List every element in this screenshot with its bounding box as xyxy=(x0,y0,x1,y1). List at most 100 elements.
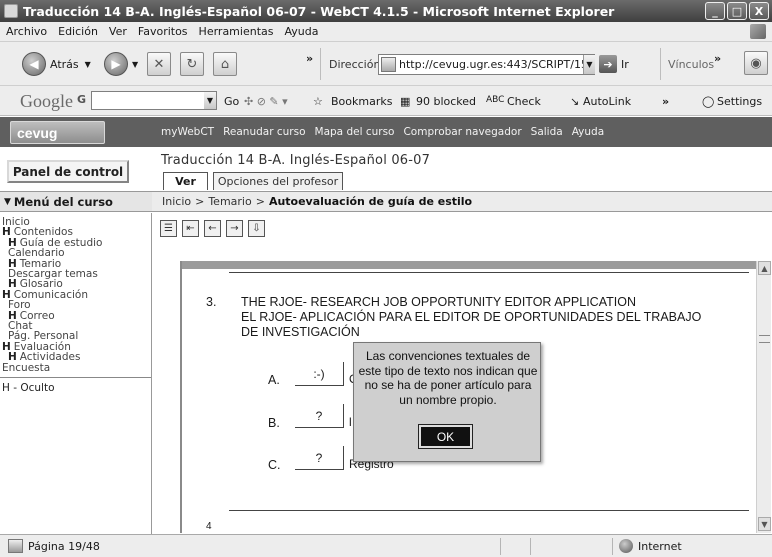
menu-ayuda[interactable]: Ayuda xyxy=(284,25,318,38)
links-label[interactable]: Vínculos xyxy=(668,58,714,71)
refresh-icon: ↻ xyxy=(180,52,204,76)
stop-icon: ✕ xyxy=(147,52,171,76)
go-arrow-icon: ➔ xyxy=(599,55,617,73)
google-autolink[interactable]: AutoLink xyxy=(583,95,631,108)
next-question-number: 4 xyxy=(206,521,212,532)
google-search-input[interactable]: ▼ xyxy=(91,91,217,110)
toolbar-more-chevron-icon[interactable]: » xyxy=(306,52,313,65)
links-chevron-icon[interactable]: » xyxy=(714,52,721,65)
google-settings[interactable]: Settings xyxy=(717,95,762,108)
frame-scrollbar[interactable]: ▲ ▼ xyxy=(756,261,771,533)
scroll-up-icon[interactable]: ▲ xyxy=(758,261,771,275)
menu-favoritos[interactable]: Favoritos xyxy=(138,25,188,38)
window-controls: _ □ X xyxy=(705,2,769,20)
google-go-label[interactable]: Go xyxy=(224,95,239,108)
bookmark-star-icon: ☆ xyxy=(313,95,323,108)
stop-button[interactable]: ✕ xyxy=(147,50,171,78)
go-button[interactable]: ➔ Ir xyxy=(599,55,629,73)
back-button[interactable]: ◀ Atrás ▼ xyxy=(22,50,91,78)
forward-arrow-icon: ▶ xyxy=(104,52,128,76)
menu-edicion[interactable]: Edición xyxy=(58,25,98,38)
scroll-down-icon[interactable]: ▼ xyxy=(758,517,771,531)
spellcheck-icon: ABC xyxy=(486,95,505,105)
tab-view[interactable]: Ver xyxy=(163,172,208,190)
option-a-letter: A. xyxy=(268,373,280,387)
menu-ver[interactable]: Ver xyxy=(109,25,127,38)
toolbar-separator xyxy=(320,48,321,80)
security-zone: Internet xyxy=(638,540,682,553)
google-toolbar: Google G ▼ Go ✣ ⊘ ✎ ▾ ☆ Bookmarks ▦ 90 b… xyxy=(0,86,772,116)
google-search-dropdown-icon[interactable]: ▼ xyxy=(204,92,216,109)
option-b-answer-box[interactable]: ? xyxy=(295,404,344,428)
content-frame: 3. THE RJOE- RESEARCH JOB OPPORTUNITY ED… xyxy=(180,261,771,533)
ok-button[interactable]: OK xyxy=(418,424,473,449)
window-title: Traducción 14 B-A. Inglés-Español 06-07 … xyxy=(23,3,615,19)
download-icon[interactable]: ⇩ xyxy=(248,220,265,237)
google-check[interactable]: Check xyxy=(507,95,541,108)
back-dropdown-icon[interactable]: ▼ xyxy=(85,60,91,69)
first-page-icon[interactable]: ⇤ xyxy=(182,220,199,237)
forward-button[interactable]: ▶ ▼ xyxy=(104,50,138,78)
feedback-message: Las convenciones textuales de este tipo … xyxy=(358,349,538,408)
address-bar[interactable]: http://cevug.ugr.es:443/SCRIPT/150_1 xyxy=(378,54,595,75)
nav-salida[interactable]: Salida xyxy=(531,126,563,138)
hidden-legend: H - Oculto xyxy=(2,382,55,395)
refresh-button[interactable]: ↻ xyxy=(180,50,204,78)
home-button[interactable]: ⌂ xyxy=(213,50,237,78)
google-more-chevron-icon[interactable]: » xyxy=(662,95,669,108)
next-page-icon[interactable]: → xyxy=(226,220,243,237)
breadcrumb-separator: > xyxy=(255,195,265,208)
status-separator xyxy=(612,538,613,555)
course-menu-header[interactable]: ▼ Menú del curso xyxy=(0,191,152,212)
status-bar: Página 19/48 Internet xyxy=(0,534,772,557)
course-menu-label: Menú del curso xyxy=(13,194,113,209)
option-a-answer-box[interactable]: :-) xyxy=(295,362,344,386)
breadcrumb-home[interactable]: Inicio xyxy=(162,195,191,208)
sidebar-item-label: Encuesta xyxy=(2,361,51,374)
forward-dropdown-icon[interactable]: ▼ xyxy=(132,60,138,69)
google-bookmarks[interactable]: Bookmarks xyxy=(331,95,392,108)
page-icon xyxy=(381,57,396,72)
nav-reanudar[interactable]: Reanudar curso xyxy=(223,126,305,138)
question-line-2: EL RJOE- APLICACIÓN PARA EL EDITOR DE OP… xyxy=(241,310,702,324)
breadcrumb-separator: > xyxy=(195,195,205,208)
nav-comprobar[interactable]: Comprobar navegador xyxy=(403,126,521,138)
menu-archivo[interactable]: Archivo xyxy=(6,25,47,38)
question-line-3: DE INVESTIGACIÓN xyxy=(241,325,360,339)
scroll-thumb[interactable] xyxy=(759,335,770,343)
menu-herramientas[interactable]: Herramientas xyxy=(199,25,274,38)
collapse-triangle-icon: ▼ xyxy=(4,196,11,207)
course-sidebar: Inicio H Contenidos H Guía de estudio Cale… xyxy=(0,213,152,534)
breadcrumb: Inicio > Temario > Autoevaluación de guí… xyxy=(152,191,772,212)
address-dropdown-icon[interactable]: ▼ xyxy=(583,55,595,74)
nav-mywebct[interactable]: myWebCT xyxy=(161,126,214,138)
google-logo[interactable]: Google xyxy=(20,91,73,112)
option-b-letter: B. xyxy=(268,416,280,430)
cevug-logo[interactable]: cevug xyxy=(10,121,105,144)
webct-nav-links: myWebCT Reanudar curso Mapa del curso Co… xyxy=(161,126,604,138)
control-panel-button[interactable]: Panel de control xyxy=(7,160,129,183)
option-b-text: l xyxy=(349,415,352,429)
tab-professor-options[interactable]: Opciones del profesor xyxy=(213,172,343,190)
menu-bar: Archivo Edición Ver Favoritos Herramient… xyxy=(0,22,772,42)
google-blocked[interactable]: 90 blocked xyxy=(416,95,476,108)
previous-page-icon[interactable]: ← xyxy=(204,220,221,237)
list-view-icon[interactable]: ☰ xyxy=(160,220,177,237)
back-label: Atrás xyxy=(50,57,79,71)
ie-logo-icon: ◉ xyxy=(744,51,768,75)
breadcrumb-section[interactable]: Temario xyxy=(208,195,251,208)
go-label: Ir xyxy=(621,57,629,71)
maximize-button[interactable]: □ xyxy=(727,2,747,20)
nav-mapa[interactable]: Mapa del curso xyxy=(315,126,395,138)
close-button[interactable]: X xyxy=(749,2,769,20)
window-title-bar: Traducción 14 B-A. Inglés-Español 06-07 … xyxy=(0,0,772,22)
nav-ayuda[interactable]: Ayuda xyxy=(572,126,604,138)
google-tools-icons[interactable]: ✣ ⊘ ✎ ▾ xyxy=(244,95,288,108)
home-icon: ⌂ xyxy=(213,52,237,76)
minimize-button[interactable]: _ xyxy=(705,2,725,20)
google-search-prefix[interactable]: G xyxy=(77,93,86,106)
option-c-letter: C. xyxy=(268,458,281,472)
ie-app-icon xyxy=(4,4,18,18)
sidebar-item-encuesta[interactable]: Encuesta xyxy=(0,361,151,374)
option-c-answer-box[interactable]: ? xyxy=(295,446,344,470)
